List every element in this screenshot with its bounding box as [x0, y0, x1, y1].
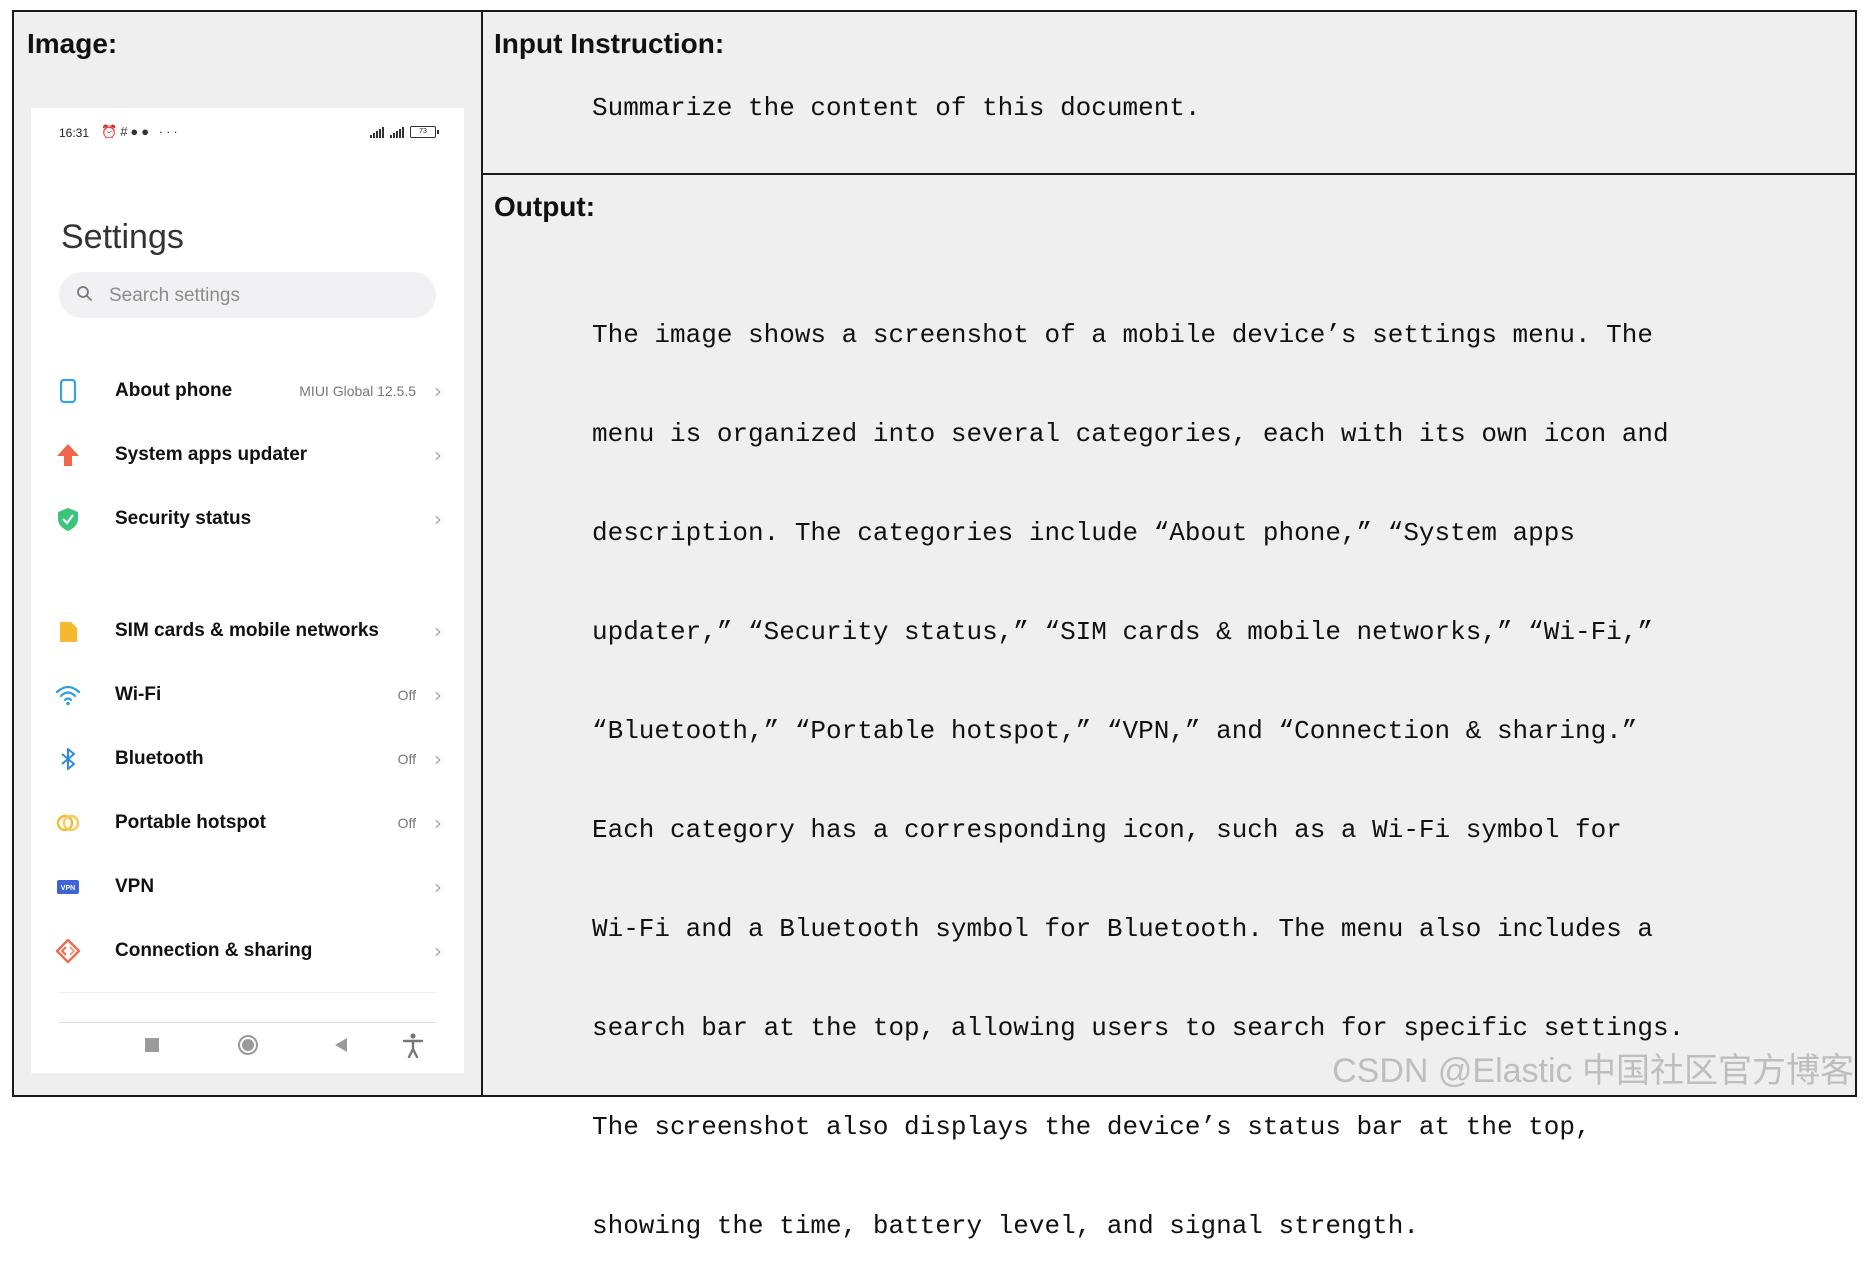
output-line: search bar at the top, allowing users to… — [592, 1013, 1685, 1043]
settings-item-label: System apps updater — [115, 444, 308, 465]
settings-item-sim-cards[interactable]: SIM cards & mobile networks › — [31, 606, 464, 656]
divider — [59, 992, 436, 993]
chevron-right-icon: › — [434, 443, 442, 467]
sim-icon — [60, 622, 77, 642]
image-heading: Image: — [27, 28, 118, 59]
instruction-heading: Input Instruction: — [494, 28, 725, 59]
output-heading: Output: — [494, 191, 596, 222]
settings-item-label: Security status — [115, 508, 252, 529]
settings-item-label: About phone — [115, 380, 233, 401]
status-time: 16:31 — [59, 126, 90, 140]
slack-icon: # — [120, 124, 131, 139]
alarm-icon: ⏰ — [101, 124, 121, 139]
connection-icon — [55, 938, 81, 964]
signal-2-icon — [390, 126, 404, 138]
chevron-right-icon: › — [434, 683, 442, 707]
settings-item-value: MIUI Global 12.5.5 — [299, 383, 416, 399]
search-placeholder: Search settings — [109, 285, 240, 306]
chevron-right-icon: › — [434, 747, 442, 771]
settings-item-value: Off — [397, 687, 416, 703]
settings-item-label: Wi-Fi — [115, 684, 162, 705]
back-button[interactable] — [333, 1036, 349, 1054]
settings-item-system-apps-updater[interactable]: System apps updater › — [31, 430, 464, 480]
accessibility-icon[interactable] — [401, 1032, 425, 1058]
output-line: The screenshot also displays the device’… — [592, 1112, 1591, 1142]
status-notification-icons: ⏰#●● ··· — [101, 124, 181, 140]
home-button[interactable] — [237, 1034, 259, 1056]
settings-item-security-status[interactable]: Security status › — [31, 494, 464, 544]
shield-icon — [58, 508, 78, 531]
recents-button[interactable] — [145, 1038, 159, 1052]
page-title: Settings — [61, 218, 184, 256]
search-icon — [77, 286, 92, 301]
watermark: CSDN @Elastic 中国社区官方博客 — [1332, 1052, 1854, 1090]
settings-item-label: Portable hotspot — [115, 812, 266, 833]
settings-item-label: Bluetooth — [115, 748, 204, 769]
output-line: menu is organized into several categorie… — [592, 419, 1669, 449]
output-line: Each category has a corresponding icon, … — [592, 815, 1622, 845]
settings-item-about-phone[interactable]: About phone MIUI Global 12.5.5 › — [31, 366, 464, 416]
bluetooth-icon — [61, 748, 75, 770]
chevron-right-icon: › — [434, 811, 442, 835]
output-line: Wi-Fi and a Bluetooth symbol for Bluetoo… — [592, 914, 1653, 944]
horizontal-divider — [481, 173, 1857, 175]
settings-item-label: VPN — [115, 876, 155, 897]
wifi-icon — [55, 685, 81, 706]
phone-icon — [59, 378, 77, 404]
settings-item-vpn[interactable]: VPN VPN › — [31, 862, 464, 912]
more-notifications-icon: ··· — [158, 124, 181, 139]
vpn-icon: VPN — [57, 880, 79, 894]
divider — [59, 1022, 436, 1023]
battery-icon: 73 — [410, 126, 439, 138]
settings-item-portable-hotspot[interactable]: Portable hotspot Off › — [31, 798, 464, 848]
output-line: showing the time, battery level, and sig… — [592, 1211, 1419, 1241]
output-line: updater,” “Security status,” “SIM cards … — [592, 617, 1653, 647]
settings-item-value: Off — [397, 751, 416, 767]
chevron-right-icon: › — [434, 379, 442, 403]
chevron-right-icon: › — [434, 875, 442, 899]
hotspot-icon — [56, 814, 80, 832]
output-line: description. The categories include “Abo… — [592, 518, 1575, 548]
settings-item-bluetooth[interactable]: Bluetooth Off › — [31, 734, 464, 784]
settings-item-wifi[interactable]: Wi-Fi Off › — [31, 670, 464, 720]
navigation-bar — [31, 1026, 464, 1070]
search-input[interactable]: Search settings — [59, 272, 436, 318]
chevron-right-icon: › — [434, 939, 442, 963]
signal-icon — [370, 126, 384, 138]
status-right: 73 — [370, 126, 439, 138]
phone-screenshot: 16:31 ⏰#●● ··· 73 Settings Search settin… — [31, 108, 464, 1073]
output-line: The image shows a screenshot of a mobile… — [592, 320, 1653, 350]
settings-item-connection-sharing[interactable]: Connection & sharing › — [31, 926, 464, 976]
output-line: “Bluetooth,” “Portable hotspot,” “VPN,” … — [592, 716, 1638, 746]
instruction-text: Summarize the content of this document. — [592, 93, 1201, 123]
chevron-right-icon: › — [434, 619, 442, 643]
settings-item-label: SIM cards & mobile networks — [115, 620, 379, 641]
facebook-icon: ● — [130, 124, 142, 139]
svg-text:VPN: VPN — [61, 885, 75, 892]
status-bar: 16:31 ⏰#●● ··· 73 — [59, 124, 439, 146]
settings-item-label: Connection & sharing — [115, 940, 313, 961]
output-text: The image shows a screenshot of a mobile… — [592, 253, 1842, 1276]
settings-item-value: Off — [397, 815, 416, 831]
messenger-icon: ● — [141, 124, 153, 139]
chevron-right-icon: › — [434, 507, 442, 531]
arrow-up-icon — [57, 444, 79, 466]
